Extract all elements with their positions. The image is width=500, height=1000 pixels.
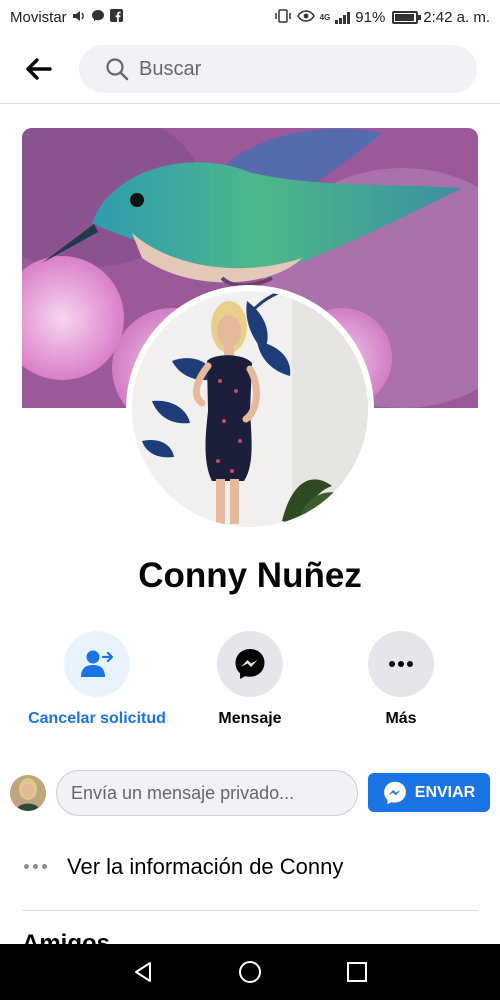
private-message-placeholder: Envía un mensaje privado... — [71, 782, 295, 803]
search-placeholder: Buscar — [139, 57, 202, 80]
own-avatar — [10, 775, 46, 811]
cancel-request-label: Cancelar solicitud — [28, 710, 166, 727]
sound-icon — [72, 10, 86, 25]
eye-icon — [296, 9, 315, 25]
network-type: 4G — [319, 12, 331, 22]
profile-picture-image — [132, 291, 368, 527]
divider — [22, 910, 478, 911]
more-dots-icon — [24, 864, 47, 869]
circle-home-icon[interactable] — [238, 960, 262, 984]
profile-picture[interactable] — [126, 285, 374, 533]
cancel-request-circle — [64, 631, 130, 697]
profile-name: Conny Nuñez — [138, 556, 362, 595]
search-input[interactable]: Buscar — [79, 45, 477, 93]
status-right: 4G 91% 2:42 a. m. — [274, 9, 490, 26]
send-button[interactable]: ENVIAR — [368, 773, 490, 812]
more-dots-icon — [389, 661, 413, 667]
cancel-request-button[interactable]: Cancelar solicitud — [17, 631, 177, 728]
messenger-icon — [383, 781, 406, 804]
back-button[interactable] — [20, 50, 58, 88]
private-message-input[interactable]: Envía un mensaje privado... — [56, 770, 358, 816]
more-circle — [368, 631, 434, 697]
see-info-row[interactable]: Ver la información de Conny — [0, 828, 500, 908]
carrier-name: Movistar — [10, 8, 67, 26]
send-label: ENVIAR — [414, 783, 476, 801]
message-circle — [217, 631, 283, 697]
triangle-back-icon[interactable] — [132, 961, 154, 983]
facebook-notification-icon — [109, 9, 123, 25]
battery-percent: 91% — [355, 8, 386, 26]
system-nav-bar — [0, 944, 500, 1000]
arrow-left-icon — [26, 57, 52, 80]
status-left: Movistar — [10, 9, 123, 26]
messenger-notification-icon — [91, 9, 105, 25]
top-header: Buscar — [0, 34, 500, 104]
see-info-label: Ver la información de Conny — [67, 854, 344, 879]
message-label: Mensaje — [218, 710, 282, 727]
battery-icon — [392, 10, 422, 24]
private-message-bar: Envía un mensaje privado... ENVIAR — [0, 770, 500, 816]
status-bar: Movistar 4G 91% 2:42 a. m. — [0, 0, 500, 34]
signal-icon — [335, 11, 351, 24]
search-icon — [106, 58, 129, 81]
clock: 2:42 a. m. — [423, 8, 490, 26]
square-recents-icon[interactable] — [346, 961, 368, 983]
more-label: Más — [385, 710, 417, 727]
more-button[interactable]: Más — [321, 631, 481, 728]
message-button[interactable]: Mensaje — [170, 631, 330, 728]
messenger-icon — [235, 649, 265, 679]
person-arrow-icon — [81, 650, 114, 677]
vibrate-icon — [274, 8, 292, 26]
